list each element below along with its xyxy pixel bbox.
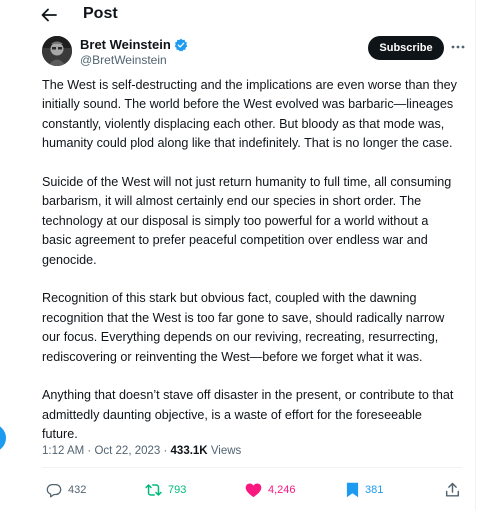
tweet-text: The West is self-destructing and the imp… (42, 76, 460, 445)
tweet-paragraph: Suicide of the West will not just return… (42, 175, 452, 267)
verified-badge-icon (174, 38, 188, 51)
meta-separator: · (163, 445, 171, 457)
views-label: Views (210, 445, 242, 457)
like-icon (245, 483, 262, 498)
author-name-text: Bret Weinstein (80, 37, 171, 52)
bookmark-button[interactable]: 381 (346, 479, 383, 501)
more-button[interactable] (450, 38, 466, 56)
avatar-image (42, 36, 72, 66)
repost-button[interactable]: 793 (145, 479, 186, 501)
tweet-paragraph: Anything that doesn’t stave off disaster… (42, 388, 454, 442)
repost-count: 793 (168, 484, 187, 496)
author-handle[interactable]: @BretWeinstein (80, 53, 167, 67)
back-button[interactable] (38, 5, 60, 25)
reply-count: 432 (68, 484, 87, 496)
like-count: 4,246 (268, 484, 296, 496)
tweet-meta: 1:12 AM · Oct 22, 2023 · 433.1K Views (42, 445, 241, 457)
action-bar: 432 793 4,246 381 (0, 479, 475, 501)
post-header: Post (0, 0, 475, 30)
share-icon (445, 482, 460, 497)
repost-icon (145, 484, 162, 496)
back-arrow-icon (41, 8, 57, 22)
share-button[interactable] (445, 479, 460, 501)
post-page: Post Bret Weinstein @BretWeinstein Subsc… (0, 0, 490, 510)
more-icon (451, 45, 465, 49)
tweet-paragraph: Recognition of this stark but obvious fa… (42, 291, 445, 364)
views-count: 433.1K (170, 445, 208, 457)
reply-button[interactable]: 432 (46, 479, 86, 501)
tweet-date[interactable]: Oct 22, 2023 (94, 445, 160, 457)
page-title: Post (83, 5, 118, 22)
like-button[interactable]: 4,246 (245, 479, 296, 501)
compose-button-edge[interactable] (0, 424, 6, 452)
bookmark-count: 381 (365, 484, 384, 496)
tweet-paragraph: The West is self-destructing and the imp… (42, 78, 457, 151)
author-name[interactable]: Bret Weinstein (80, 37, 188, 52)
column-divider (475, 0, 476, 510)
bookmark-icon (346, 482, 359, 498)
divider (42, 467, 462, 468)
avatar[interactable] (42, 36, 72, 66)
subscribe-button[interactable]: Subscribe (368, 36, 444, 60)
reply-icon (46, 484, 62, 498)
tweet-time[interactable]: 1:12 AM (42, 445, 84, 457)
